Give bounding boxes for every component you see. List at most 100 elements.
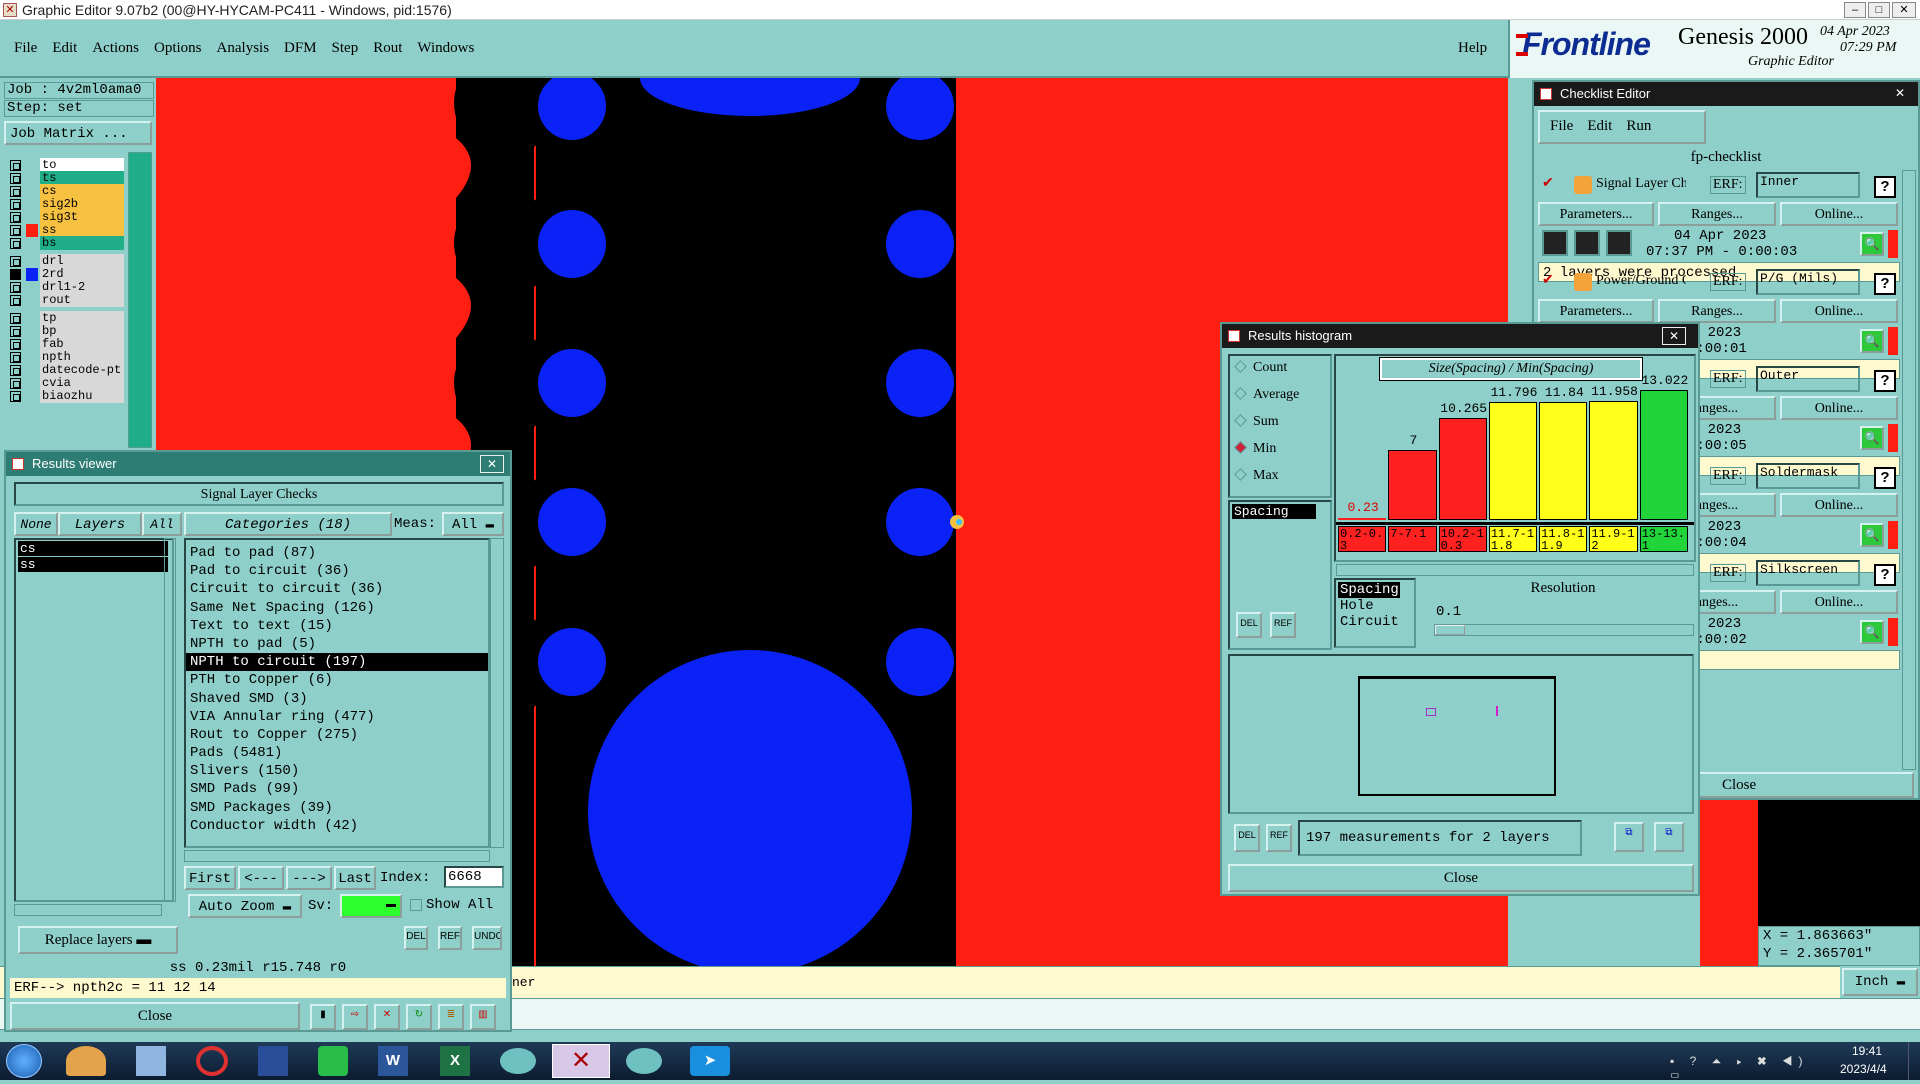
layer-checkbox[interactable] [10,186,21,197]
notes-icon[interactable]: ≣ [438,1004,464,1030]
histogram-close-button[interactable]: Close [1228,864,1694,892]
categories-button[interactable]: Categories (18) [184,512,392,536]
taskbar-notepad-icon[interactable] [136,1046,166,1076]
close-icon[interactable]: ✕ [480,455,504,473]
layer-name[interactable]: biaozhu [40,389,124,403]
layer-row-biaozhu[interactable]: biaozhu [8,389,124,404]
type-hole[interactable]: Hole [1336,598,1414,614]
layer-name[interactable]: fab [40,337,124,351]
layer-name[interactable]: cs [40,184,124,198]
preview-del-button[interactable]: DEL [1234,824,1260,852]
layer-name[interactable]: sig3t [40,210,124,224]
taskbar-shell-icon[interactable] [66,1046,106,1076]
online-button[interactable]: Online... [1780,299,1898,323]
close-icon[interactable]: ✕ [1888,85,1912,103]
mode-min[interactable]: Min [1234,441,1276,457]
check-enabled-icon[interactable]: ✔ [1542,175,1556,190]
chart-hscroll[interactable] [1336,564,1694,576]
layer-name[interactable]: npth [40,350,124,364]
menu-windows[interactable]: Windows [417,40,474,57]
layer-checkbox[interactable] [10,326,21,337]
checklist-vscroll[interactable] [1902,170,1916,770]
radio-icon[interactable] [1234,441,1247,454]
layer-checkbox[interactable] [10,238,21,249]
category-item[interactable]: PTH to Copper (6) [186,671,488,689]
type-list[interactable]: Spacing Hole Circuit [1334,578,1416,648]
layer-checkbox[interactable] [10,313,21,324]
layer-list-vscroll[interactable] [164,538,176,902]
online-button[interactable]: Online... [1780,396,1898,420]
show-all-checkbox[interactable] [410,899,422,911]
help-icon[interactable]: ? [1874,564,1896,586]
layer-name[interactable]: cvia [40,376,124,390]
layer-checkbox[interactable] [10,256,21,267]
first-button[interactable]: First [184,866,236,890]
layer-color[interactable] [26,390,38,403]
run-icon[interactable] [1542,230,1568,256]
menu-actions[interactable]: Actions [92,40,139,57]
layers-button[interactable]: Layers [58,512,142,536]
minimize-button[interactable]: – [1844,2,1866,18]
radio-icon[interactable] [1234,387,1247,400]
layer-name[interactable]: ss [40,223,124,237]
layer-checkbox[interactable] [10,173,21,184]
layer-name[interactable]: bs [40,236,124,250]
erf-value[interactable]: Outer [1756,366,1860,392]
layer-checkbox[interactable] [10,295,21,306]
run-icon[interactable] [1574,230,1600,256]
taskbar-arrow-icon[interactable]: ➤ [690,1046,730,1076]
layer-name[interactable]: 2rd [40,267,124,281]
result-layer-cs[interactable]: cs [18,541,168,556]
last-button[interactable]: Last [334,866,376,890]
layer-row-bs[interactable]: bs [8,236,124,251]
menu-options[interactable]: Options [154,40,202,57]
erf-value[interactable]: P/G (Mils) [1756,269,1860,295]
clock-date[interactable]: 2023/4/4 [1840,1062,1887,1076]
type-spacing[interactable]: Spacing [1338,582,1400,598]
parameters-button[interactable]: Parameters... [1538,299,1654,323]
refresh-icon[interactable]: ↻ [406,1004,432,1030]
taskbar-save-icon[interactable] [258,1046,288,1076]
highlight-icon[interactable]: ▮ [310,1004,336,1030]
layer-color[interactable] [26,294,38,307]
checklist-menu-file[interactable]: File [1550,118,1573,142]
menu-edit[interactable]: Edit [52,40,77,57]
online-button[interactable]: Online... [1780,493,1898,517]
online-button[interactable]: Online... [1780,590,1898,614]
ref-button[interactable]: REF [438,926,462,950]
layer-name[interactable]: to [40,158,124,172]
category-vscroll[interactable] [490,538,504,848]
sv-color-select[interactable]: ▬ [340,894,402,918]
radio-icon[interactable] [1234,468,1247,481]
help-icon[interactable]: ? [1874,370,1896,392]
close-button[interactable]: ✕ [1892,2,1916,18]
menu-step[interactable]: Step [332,40,359,57]
taskbar-eye-icon[interactable] [500,1048,536,1074]
unit-select[interactable]: Inch ▬ [1842,968,1918,996]
menu-rout[interactable]: Rout [373,40,402,57]
zoom-result-icon[interactable]: 🔍 [1860,523,1884,547]
tray-icons[interactable]: ▪ ? ⏶ ▸ ✖ ◀) ▭ [1670,1054,1820,1083]
meas-select[interactable]: All ▬ [442,512,504,536]
category-item[interactable]: Rout to Copper (275) [186,726,488,744]
layer-name[interactable]: datecode-pt [40,363,124,377]
layer-row-rout[interactable]: rout [8,293,124,308]
clock-time[interactable]: 19:41 [1852,1044,1882,1058]
layer-checkbox[interactable] [10,282,21,293]
category-item[interactable]: Conductor width (42) [186,817,488,835]
layer-checkbox[interactable] [10,225,21,236]
category-item[interactable]: VIA Annular ring (477) [186,708,488,726]
layer-checkbox[interactable] [10,365,21,376]
taskbar-excel-icon[interactable]: X [440,1046,470,1076]
del-button[interactable]: DEL [404,926,428,950]
menu-analysis[interactable]: Analysis [217,40,270,57]
histogram-bar[interactable] [1589,400,1638,520]
histogram-bar[interactable] [1639,390,1688,520]
category-item[interactable]: SMD Pads (99) [186,780,488,798]
category-item[interactable]: SMD Packages (39) [186,799,488,817]
help-icon[interactable]: ? [1874,467,1896,489]
category-item[interactable]: Slivers (150) [186,762,488,780]
layer-checkbox[interactable] [10,269,21,280]
erf-value[interactable]: Silkscreen [1756,560,1860,586]
zoom-result-icon[interactable]: 🔍 [1860,232,1884,256]
